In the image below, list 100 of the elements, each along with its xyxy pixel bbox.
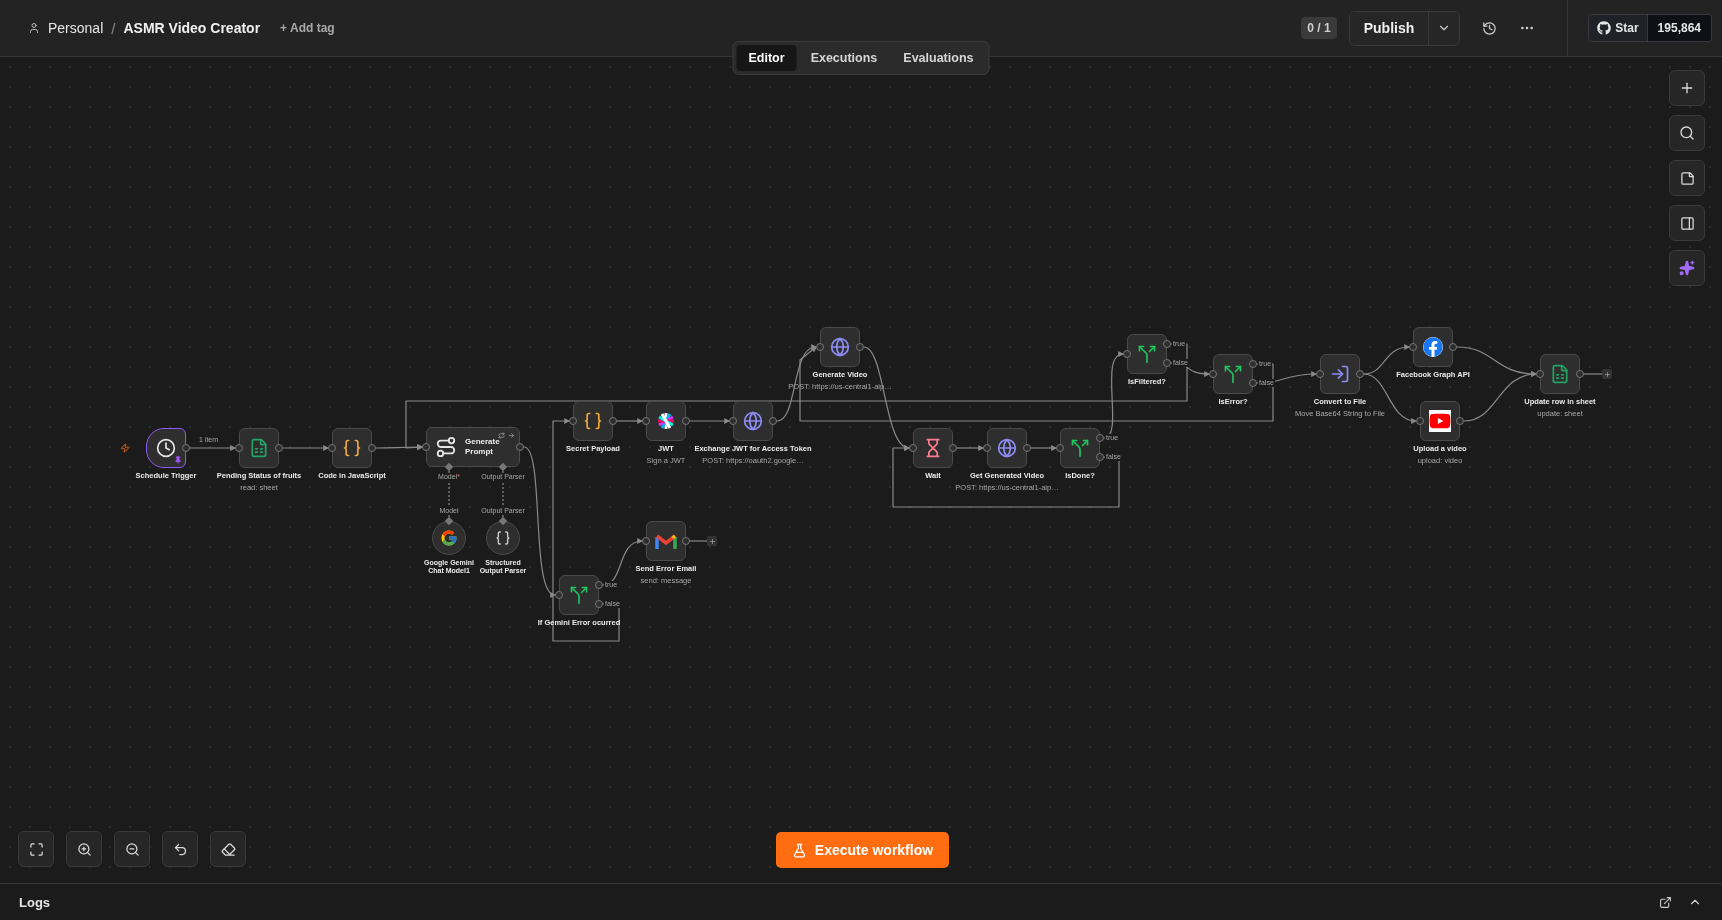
output-handle[interactable] [516, 443, 524, 451]
hourglass-icon [923, 438, 943, 458]
sticky-note-button[interactable] [1669, 160, 1705, 196]
input-handle[interactable] [909, 444, 917, 452]
output-handle[interactable] [1163, 359, 1171, 367]
input-handle[interactable] [569, 417, 577, 425]
output-handle[interactable] [1449, 343, 1457, 351]
input-handle[interactable] [1416, 417, 1424, 425]
workflow-node[interactable] [432, 521, 466, 555]
workflow-node[interactable] [1060, 428, 1100, 468]
spreadsheet-icon [1550, 364, 1570, 384]
output-handle[interactable] [682, 417, 690, 425]
input-handle[interactable] [555, 591, 563, 599]
output-handle[interactable] [949, 444, 957, 452]
project-name[interactable]: Personal [48, 20, 104, 36]
input-handle[interactable] [983, 444, 991, 452]
output-handle[interactable] [856, 343, 864, 351]
workflow-node[interactable]: Generate Prompt [426, 427, 520, 467]
workflow-node[interactable] [913, 428, 953, 468]
output-handle[interactable] [609, 417, 617, 425]
google-icon [440, 529, 458, 547]
workflow-node[interactable] [733, 401, 773, 441]
workflow-node[interactable] [1127, 334, 1167, 374]
workflow-node[interactable] [820, 327, 860, 367]
output-handle[interactable] [682, 537, 690, 545]
workflow-node[interactable] [146, 428, 186, 468]
output-handle[interactable] [1576, 370, 1584, 378]
output-handle[interactable] [1249, 360, 1257, 368]
zoom-in-button[interactable] [66, 831, 102, 867]
eraser-button[interactable] [210, 831, 246, 867]
branch-icon [1070, 438, 1090, 458]
workflow-node[interactable] [1320, 354, 1360, 394]
user-icon [28, 22, 40, 34]
workflow-node[interactable] [1540, 354, 1580, 394]
output-handle[interactable] [595, 581, 603, 589]
add-node-button[interactable] [1602, 369, 1612, 379]
repeat-icon [498, 432, 505, 439]
workflow-node[interactable] [486, 521, 520, 555]
output-handle[interactable] [1456, 417, 1464, 425]
undo-icon [172, 841, 188, 857]
input-handle[interactable] [642, 537, 650, 545]
workflow-node[interactable] [332, 428, 372, 468]
workflow-node[interactable] [573, 401, 613, 441]
plus-icon [708, 537, 716, 545]
input-handle[interactable] [1056, 444, 1064, 452]
pin-icon [174, 456, 182, 464]
workflow-title[interactable]: ASMR Video Creator [123, 20, 261, 36]
output-handle[interactable] [1356, 370, 1364, 378]
output-handle[interactable] [498, 516, 508, 526]
input-handle[interactable] [498, 462, 508, 472]
workflow-node[interactable] [239, 428, 279, 468]
fit-view-button[interactable] [18, 831, 54, 867]
workflow-node[interactable] [1213, 354, 1253, 394]
workflow-node[interactable] [646, 521, 686, 561]
search-button[interactable] [1669, 115, 1705, 151]
input-handle[interactable] [729, 417, 737, 425]
input-handle[interactable] [1123, 350, 1131, 358]
output-handle[interactable] [444, 516, 454, 526]
output-handle[interactable] [1023, 444, 1031, 452]
view-tab[interactable]: Evaluations [891, 45, 986, 71]
input-handle[interactable] [1209, 370, 1217, 378]
workflow-node[interactable] [1420, 401, 1460, 441]
github-star-button[interactable]: Star [1589, 15, 1647, 41]
add-tag-link[interactable]: + Add tag [280, 21, 335, 35]
input-handle[interactable] [444, 462, 454, 472]
output-handle[interactable] [1249, 379, 1257, 387]
output-handle[interactable] [1163, 340, 1171, 348]
input-handle[interactable] [1316, 370, 1324, 378]
input-handle[interactable] [235, 444, 243, 452]
fit-view-icon [28, 841, 44, 857]
flask-icon [791, 842, 807, 858]
output-handle[interactable] [1096, 434, 1104, 442]
input-handle[interactable] [642, 417, 650, 425]
input-handle[interactable] [422, 443, 430, 451]
output-handle[interactable] [769, 417, 777, 425]
input-handle[interactable] [1409, 343, 1417, 351]
workflow-node[interactable] [987, 428, 1027, 468]
output-handle[interactable] [275, 444, 283, 452]
sparkles-button[interactable] [1669, 250, 1705, 286]
view-tab[interactable]: Editor [736, 45, 797, 71]
output-handle[interactable] [1096, 453, 1104, 461]
input-handle[interactable] [816, 343, 824, 351]
zoom-out-button[interactable] [114, 831, 150, 867]
mail-icon [655, 532, 677, 550]
panel-button[interactable] [1669, 205, 1705, 241]
view-tab[interactable]: Executions [798, 45, 890, 71]
output-handle[interactable] [182, 444, 190, 452]
input-handle[interactable] [328, 444, 336, 452]
workflow-node[interactable] [1413, 327, 1453, 367]
add-node-button[interactable] [707, 536, 717, 546]
output-handle[interactable] [368, 444, 376, 452]
lightning-icon [120, 443, 130, 453]
logs-title[interactable]: Logs [19, 894, 51, 910]
output-handle[interactable] [595, 600, 603, 608]
workflow-node[interactable] [559, 575, 599, 615]
add-button[interactable] [1669, 70, 1705, 106]
history-icon [1482, 20, 1498, 36]
undo-button[interactable] [162, 831, 198, 867]
input-handle[interactable] [1536, 370, 1544, 378]
workflow-node[interactable] [646, 401, 686, 441]
